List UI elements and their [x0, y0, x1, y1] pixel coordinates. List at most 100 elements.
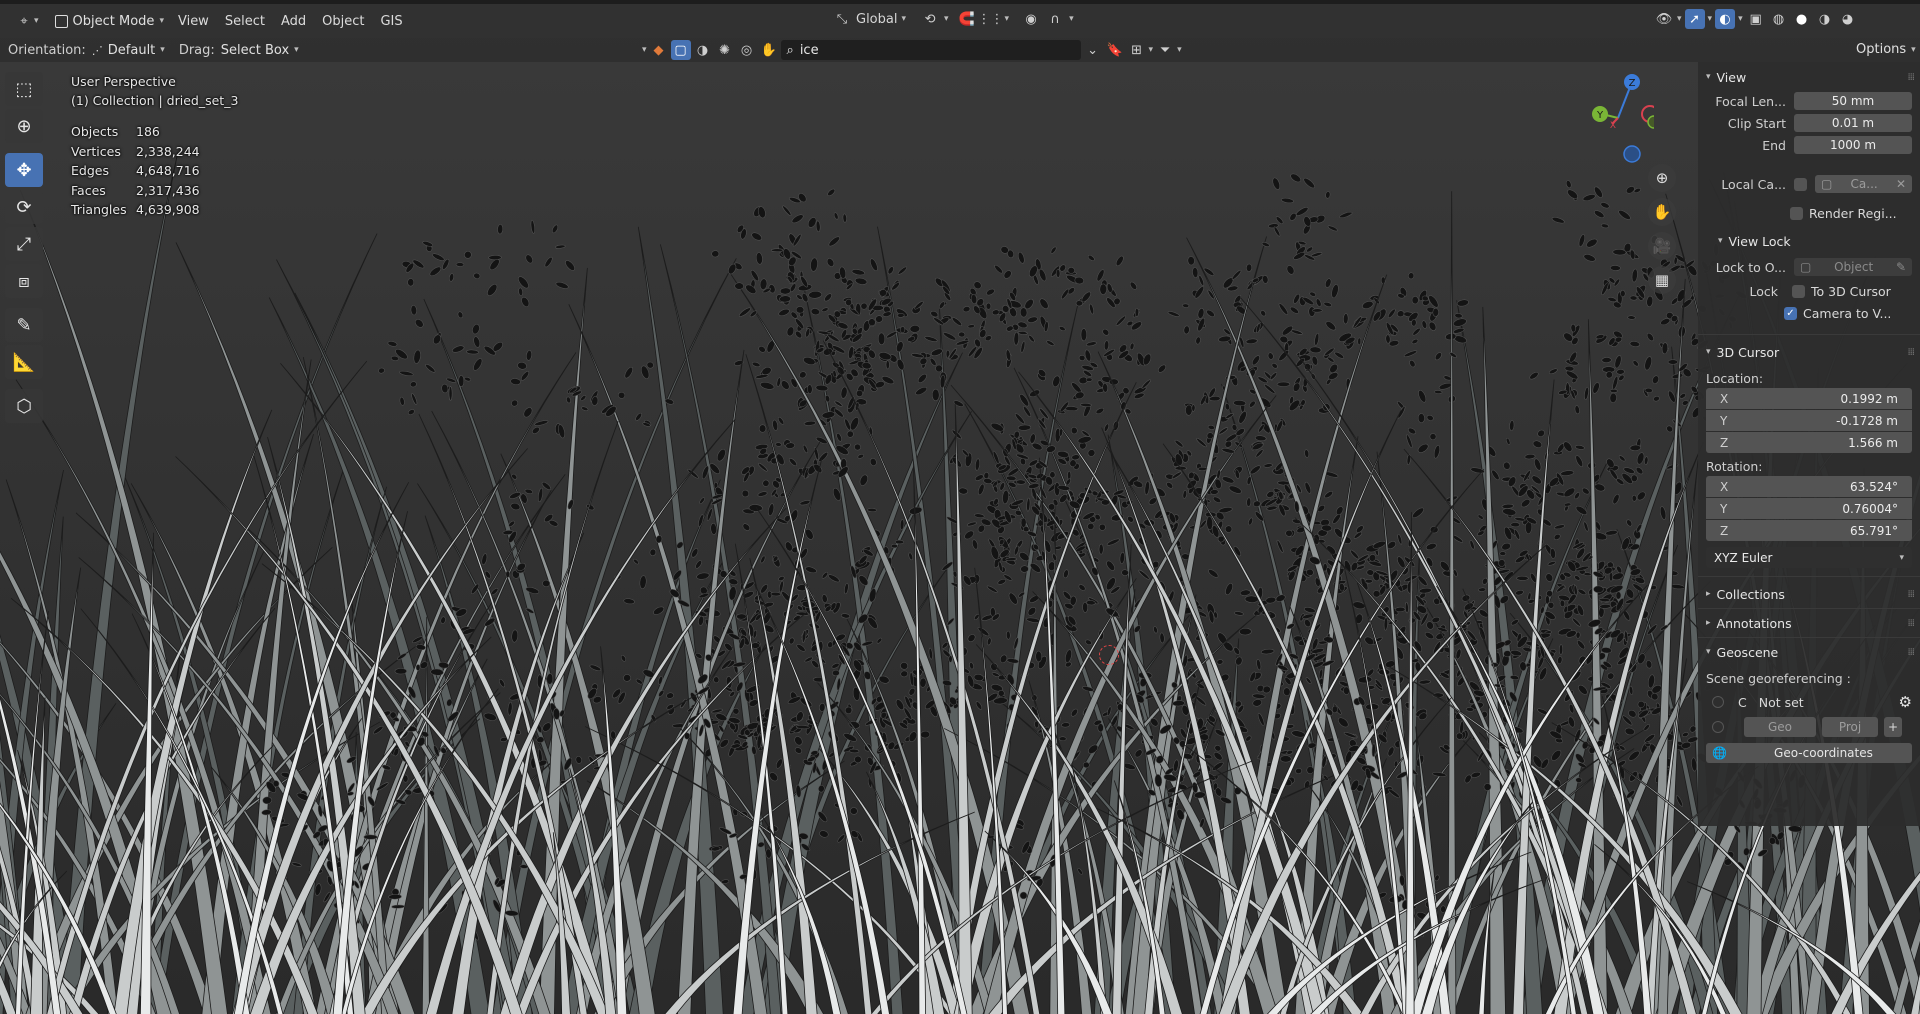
- proportional-edit-icon[interactable]: ◉: [1021, 9, 1041, 29]
- panel-header-3d-cursor[interactable]: ▾ 3D Cursor ⁞⁞⁞: [1698, 339, 1920, 365]
- filter-hand-icon[interactable]: ✋: [759, 40, 779, 60]
- mode-selector[interactable]: Object Mode ▾: [49, 11, 170, 32]
- menu-object[interactable]: Object: [314, 11, 372, 32]
- transform-orientation-icon[interactable]: ⤡: [832, 9, 852, 29]
- snap-target-icon[interactable]: ⋮⋮: [978, 9, 1004, 29]
- navigation-gizmo[interactable]: Z Y X: [1582, 72, 1654, 172]
- drag-grip-icon[interactable]: ⁞⁞⁞: [1907, 618, 1914, 629]
- local-camera-value: Ca...: [1850, 177, 1878, 191]
- tool-transform[interactable]: ⧈: [5, 264, 43, 298]
- geo-radio[interactable]: [1712, 721, 1724, 733]
- drag-grip-icon[interactable]: ⁞⁞⁞: [1907, 72, 1914, 83]
- tool-scale[interactable]: ⤢: [5, 227, 43, 261]
- drag-grip-icon[interactable]: ⁞⁞⁞: [1907, 647, 1914, 658]
- menu-gis[interactable]: GIS: [372, 11, 410, 32]
- geo-coordinates-button[interactable]: 🌐 Geo-coordinates: [1706, 743, 1912, 763]
- pan-hand-icon[interactable]: ✋: [1648, 198, 1676, 226]
- cursor-rotation-z[interactable]: Z 65.791°: [1706, 520, 1912, 541]
- xray-icon[interactable]: ▣: [1746, 9, 1766, 29]
- clip-end-field[interactable]: 1000 m: [1794, 136, 1912, 154]
- panel-header-view-lock[interactable]: ▾ View Lock: [1698, 228, 1920, 254]
- clip-start-field[interactable]: 0.01 m: [1794, 114, 1912, 132]
- pivot-point-icon[interactable]: ⟲: [920, 9, 940, 29]
- falloff-icon[interactable]: ∩: [1045, 9, 1065, 29]
- tool-annotate[interactable]: ✎: [5, 308, 43, 342]
- chevron-down-icon: ▾: [1677, 14, 1682, 24]
- focal-length-field[interactable]: 50 mm: [1794, 92, 1912, 110]
- shading-material-icon[interactable]: ◑: [1815, 9, 1835, 29]
- filter-shading-icon[interactable]: ◑: [693, 40, 713, 60]
- panel-header-geoscene[interactable]: ▾ Geoscene ⁞⁞⁞: [1698, 639, 1920, 665]
- menu-add[interactable]: Add: [273, 11, 314, 32]
- shading-rendered-icon[interactable]: ◕: [1838, 9, 1858, 29]
- geo-button[interactable]: Geo: [1744, 717, 1816, 737]
- drag-dropdown[interactable]: Select Box ▾: [215, 40, 305, 61]
- clip-start-row: Clip Start 0.01 m: [1698, 112, 1920, 134]
- shading-solid-icon[interactable]: ●: [1792, 9, 1812, 29]
- transform-orientation-label[interactable]: Global: [856, 12, 897, 27]
- drag-label: Drag:: [178, 42, 215, 58]
- lock-to-cursor-checkbox[interactable]: [1792, 284, 1805, 298]
- layout-icon[interactable]: ⊞: [1127, 40, 1147, 60]
- filter-world-icon[interactable]: ◎: [737, 40, 757, 60]
- plus-icon[interactable]: +: [1884, 717, 1902, 737]
- lock-to-object-field[interactable]: ▢ Object ✎: [1794, 258, 1912, 276]
- cursor-location-z[interactable]: Z 1.566 m: [1706, 432, 1912, 453]
- visibility-icon[interactable]: 👁: [1654, 9, 1674, 29]
- snap-toggle-icon[interactable]: 🧲: [957, 9, 977, 29]
- panel-header-annotations[interactable]: ▸ Annotations ⁞⁞⁞: [1698, 610, 1920, 636]
- rotation-mode-dropdown[interactable]: XYZ Euler ▾: [1706, 547, 1912, 568]
- cursor-location-y[interactable]: Y -0.1728 m: [1706, 410, 1912, 431]
- tool-select-box[interactable]: ⬚: [5, 72, 43, 106]
- search-field[interactable]: ⌕ ice: [780, 40, 1081, 60]
- color-filter-icon[interactable]: ◆: [649, 40, 669, 60]
- camera-to-view-checkbox[interactable]: ✓: [1784, 306, 1797, 320]
- filter-light-icon[interactable]: ✺: [715, 40, 735, 60]
- menu-view[interactable]: View: [170, 11, 217, 32]
- focal-length-row: Focal Len... 50 mm: [1698, 90, 1920, 112]
- lock-to-object-placeholder: Object: [1834, 260, 1874, 274]
- cursor-location-x[interactable]: X 0.1992 m: [1706, 388, 1912, 409]
- overlays-toggle-icon[interactable]: ◐: [1715, 9, 1736, 29]
- filter-object-icon[interactable]: ▢: [670, 40, 691, 60]
- drag-grip-icon[interactable]: ⁞⁞⁞: [1907, 347, 1914, 358]
- gizmo-toggle-icon[interactable]: ➚: [1684, 9, 1705, 29]
- crs-radio[interactable]: [1712, 696, 1724, 708]
- cursor-rotation-y[interactable]: Y 0.76004°: [1706, 498, 1912, 519]
- render-region-checkbox[interactable]: [1790, 206, 1803, 220]
- cursor-rotation-x[interactable]: X 63.524°: [1706, 476, 1912, 497]
- tool-measure[interactable]: 📐: [5, 345, 43, 379]
- search-icon: ⌕: [786, 42, 794, 58]
- chevron-down-icon[interactable]: ▾: [642, 45, 647, 55]
- panel-header-collections[interactable]: ▸ Collections ⁞⁞⁞: [1698, 581, 1920, 607]
- ortho-grid-icon[interactable]: ▦: [1648, 266, 1676, 294]
- chevron-down-icon: ▾: [1706, 347, 1711, 357]
- orientation-dropdown[interactable]: ⋰ Default ▾: [86, 40, 171, 61]
- filter-icon[interactable]: ⏷: [1155, 40, 1175, 60]
- render-region-label: Render Regi...: [1809, 205, 1897, 221]
- axis-neg-y-handle[interactable]: [1647, 115, 1654, 129]
- proj-button[interactable]: Proj: [1822, 717, 1878, 737]
- zoom-icon[interactable]: ⊕: [1648, 164, 1676, 192]
- options-button[interactable]: Options ▾: [1850, 39, 1920, 60]
- axis-neg-z-handle[interactable]: [1623, 145, 1641, 163]
- bookmark-icon[interactable]: 🔖: [1105, 40, 1125, 60]
- tool-add-cube[interactable]: ⬡: [5, 389, 43, 423]
- local-camera-checkbox[interactable]: [1794, 177, 1807, 191]
- tool-rotate[interactable]: ⟳: [5, 190, 43, 224]
- drag-grip-icon[interactable]: ⁞⁞⁞: [1907, 589, 1914, 600]
- editor-type-icon[interactable]: ⌖: [14, 11, 34, 31]
- gear-icon[interactable]: ⚙: [1899, 693, 1912, 711]
- annotate-icon: ✎: [16, 314, 32, 336]
- camera-to-view-label: Camera to V...: [1803, 305, 1892, 321]
- camera-view-icon[interactable]: 🎥: [1648, 232, 1676, 260]
- local-camera-field[interactable]: ▢ Ca... ✕: [1815, 175, 1912, 193]
- menu-select[interactable]: Select: [217, 11, 273, 32]
- shading-wireframe-icon[interactable]: ◍: [1769, 9, 1789, 29]
- close-icon[interactable]: ✕: [1896, 177, 1906, 191]
- funnel-dropdown-icon[interactable]: ⌄: [1083, 40, 1103, 60]
- eyedropper-icon[interactable]: ✎: [1896, 260, 1906, 274]
- tool-cursor[interactable]: ⊕: [5, 109, 43, 143]
- panel-header-view[interactable]: ▾ View ⁞⁞⁞: [1698, 64, 1920, 90]
- tool-move[interactable]: ✥: [5, 153, 43, 187]
